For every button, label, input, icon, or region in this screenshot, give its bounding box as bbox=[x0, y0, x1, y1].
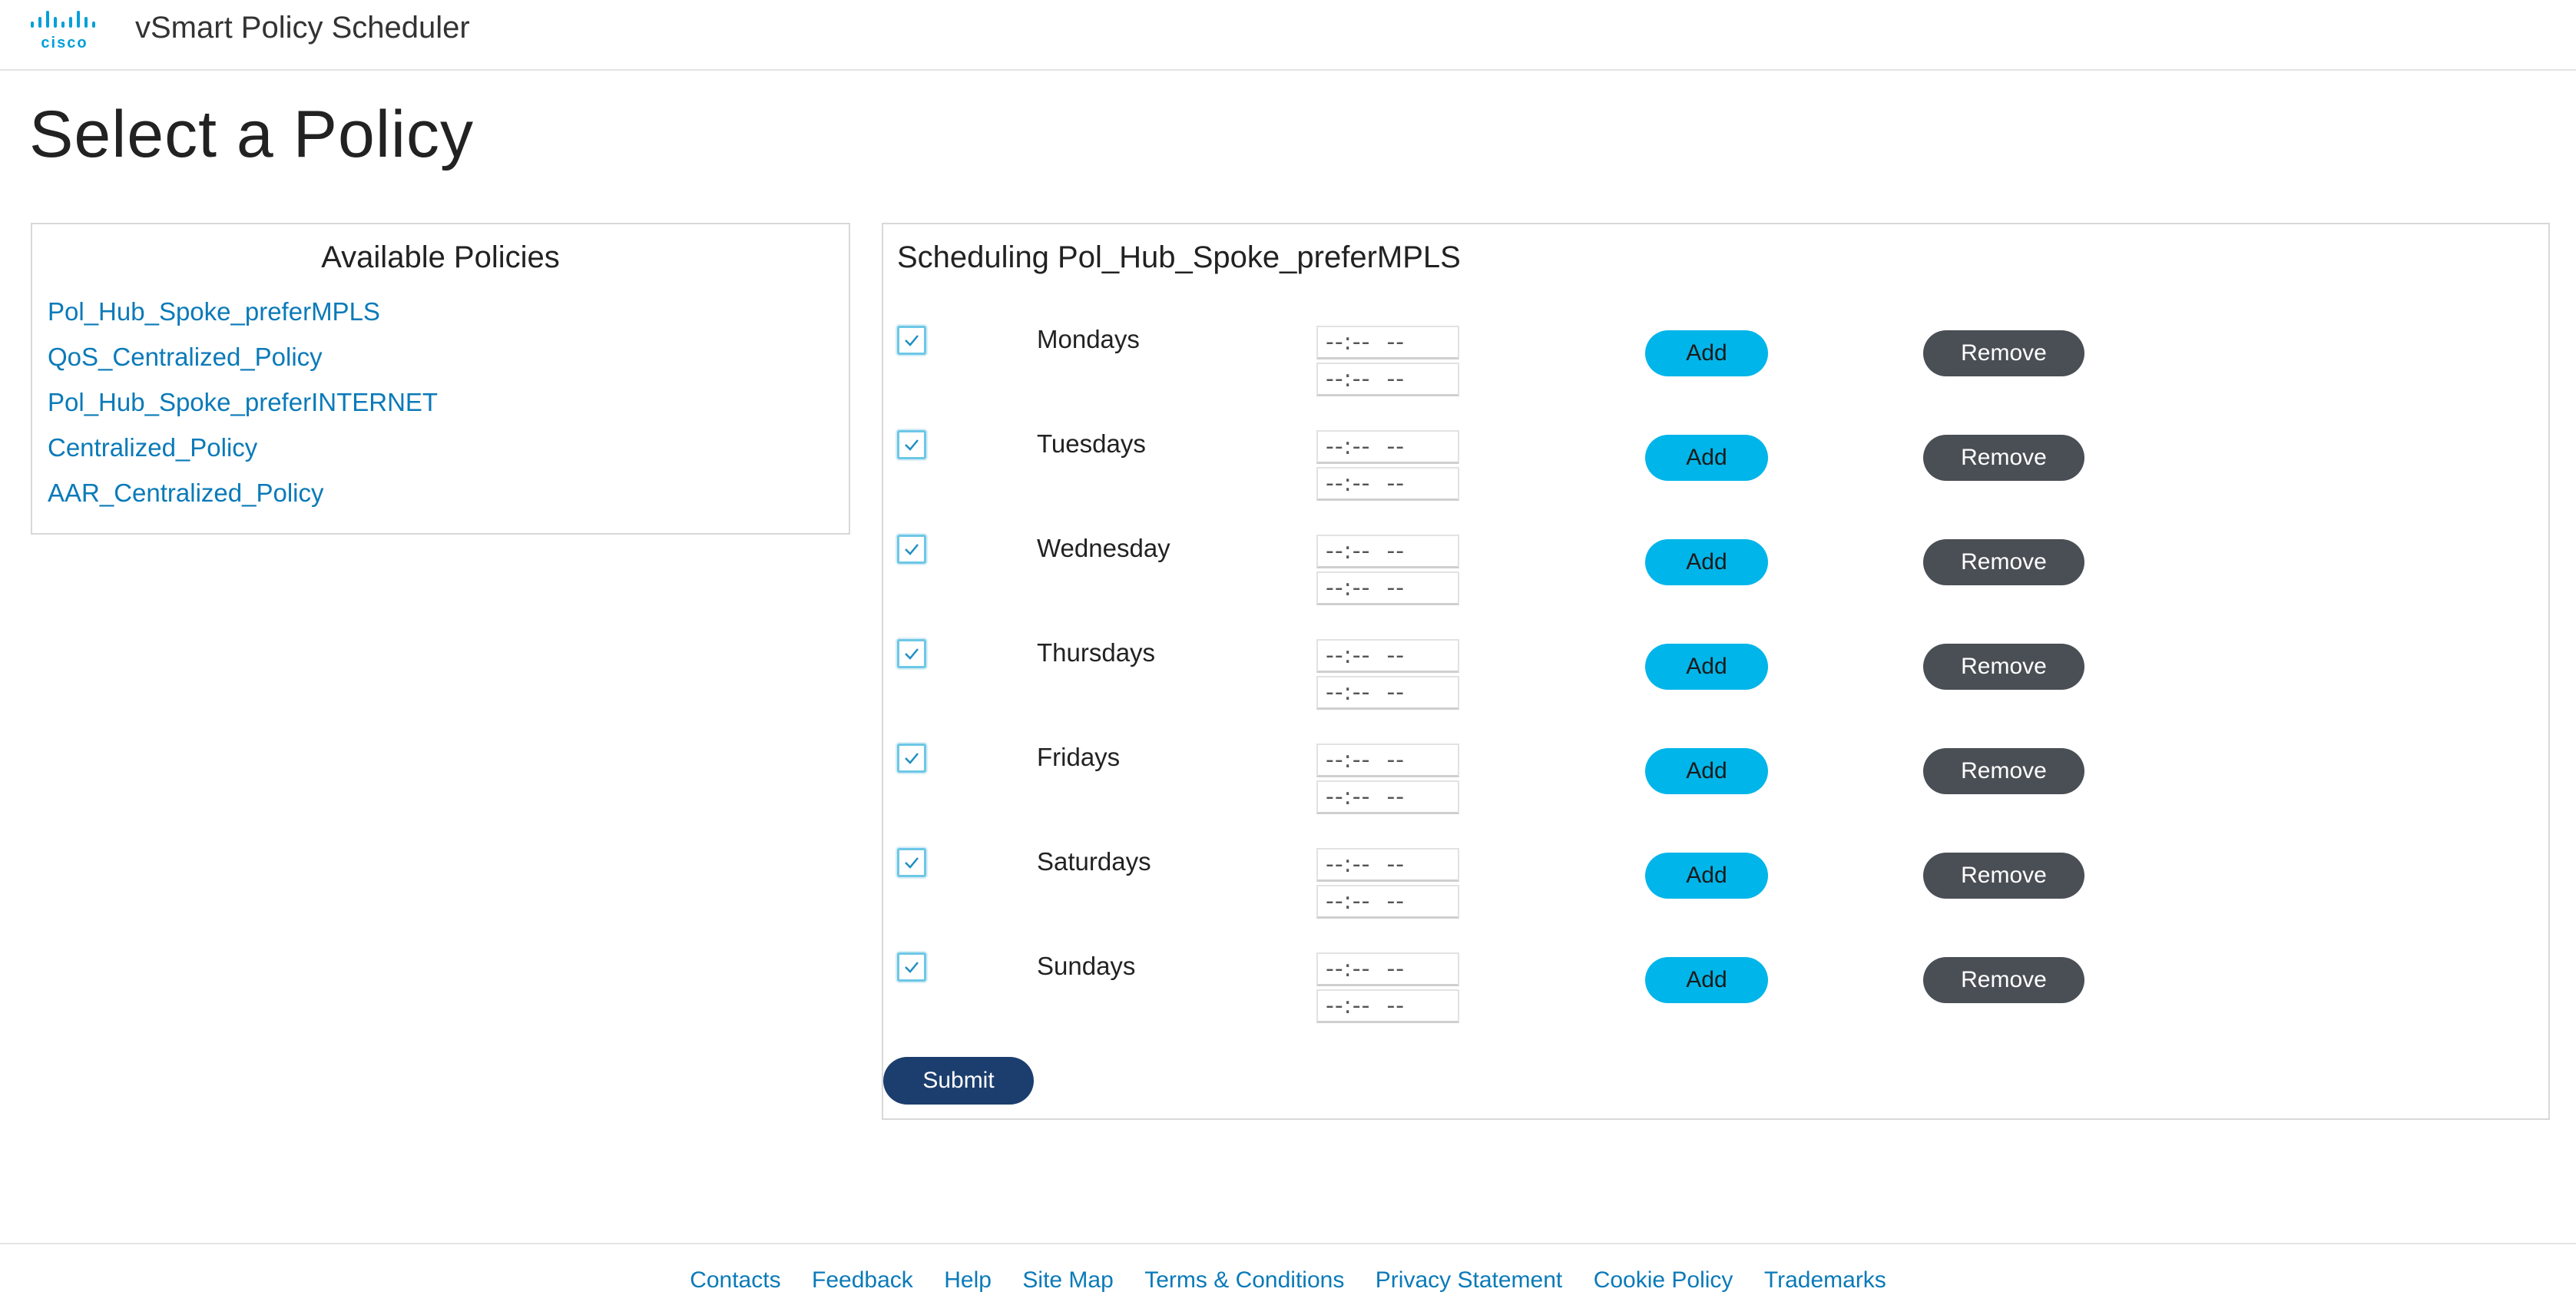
policy-link[interactable]: QoS_Centralized_Policy bbox=[48, 334, 438, 379]
scheduling-title: Scheduling Pol_Hub_Spoke_preferMPLS bbox=[897, 240, 1461, 274]
start-time-input[interactable]: --:-- -- bbox=[1316, 744, 1459, 777]
footer-link-contacts[interactable]: Contacts bbox=[690, 1267, 780, 1293]
add-button[interactable]: Add bbox=[1645, 435, 1768, 481]
day-row-fridays: Fridays --:-- -- --:-- -- Add Remove bbox=[883, 740, 2548, 825]
day-checkbox[interactable] bbox=[897, 639, 926, 668]
start-time-input[interactable]: --:-- -- bbox=[1316, 535, 1459, 568]
submit-button[interactable]: Submit bbox=[883, 1057, 1034, 1105]
day-label: Mondays bbox=[1037, 325, 1140, 353]
remove-button[interactable]: Remove bbox=[1923, 748, 2084, 794]
remove-button[interactable]: Remove bbox=[1923, 853, 2084, 899]
day-row-sundays: Sundays --:-- -- --:-- -- Add Remove bbox=[883, 949, 2548, 1034]
day-checkbox[interactable] bbox=[897, 848, 926, 877]
end-time-input[interactable]: --:-- -- bbox=[1316, 467, 1459, 501]
footer-link-trademarks[interactable]: Trademarks bbox=[1764, 1267, 1886, 1293]
footer-link-cookie-policy[interactable]: Cookie Policy bbox=[1594, 1267, 1733, 1293]
day-row-thursdays: Thursdays --:-- -- --:-- -- Add Remove bbox=[883, 636, 2548, 720]
day-label: Thursdays bbox=[1037, 638, 1156, 667]
day-row-mondays: Mondays --:-- -- --:-- -- Add Remove bbox=[883, 323, 2548, 407]
footer-links: Contacts Feedback Help Site Map Terms & … bbox=[0, 1267, 2576, 1293]
end-time-input[interactable]: --:-- -- bbox=[1316, 676, 1459, 710]
add-button[interactable]: Add bbox=[1645, 748, 1768, 794]
cisco-logo[interactable]: cisco bbox=[29, 11, 106, 51]
remove-button[interactable]: Remove bbox=[1923, 539, 2084, 585]
remove-button[interactable]: Remove bbox=[1923, 435, 2084, 481]
day-label: Sundays bbox=[1037, 952, 1136, 980]
available-policies-panel: Available Policies Pol_Hub_Spoke_preferM… bbox=[31, 223, 850, 535]
day-checkbox[interactable] bbox=[897, 535, 926, 564]
day-checkbox[interactable] bbox=[897, 744, 926, 773]
day-checkbox[interactable] bbox=[897, 326, 926, 355]
day-row-tuesdays: Tuesdays --:-- -- --:-- -- Add Remove bbox=[883, 427, 2548, 512]
start-time-input[interactable]: --:-- -- bbox=[1316, 848, 1459, 882]
add-button[interactable]: Add bbox=[1645, 853, 1768, 899]
remove-button[interactable]: Remove bbox=[1923, 957, 2084, 1003]
footer-link-privacy[interactable]: Privacy Statement bbox=[1376, 1267, 1562, 1293]
day-label: Saturdays bbox=[1037, 847, 1151, 876]
add-button[interactable]: Add bbox=[1645, 957, 1768, 1003]
start-time-input[interactable]: --:-- -- bbox=[1316, 326, 1459, 359]
day-row-wednesday: Wednesday --:-- -- --:-- -- Add Remove bbox=[883, 532, 2548, 616]
day-label: Tuesdays bbox=[1037, 429, 1146, 458]
page-title: Select a Policy bbox=[29, 98, 475, 171]
day-row-saturdays: Saturdays --:-- -- --:-- -- Add Remove bbox=[883, 845, 2548, 929]
checkmark-icon bbox=[905, 335, 919, 346]
available-policies-title: Available Policies bbox=[321, 240, 560, 274]
footer: Contacts Feedback Help Site Map Terms & … bbox=[0, 1243, 2576, 1293]
end-time-input[interactable]: --:-- -- bbox=[1316, 363, 1459, 396]
end-time-input[interactable]: --:-- -- bbox=[1316, 885, 1459, 919]
checkmark-icon bbox=[905, 544, 919, 555]
start-time-input[interactable]: --:-- -- bbox=[1316, 639, 1459, 673]
add-button[interactable]: Add bbox=[1645, 644, 1768, 690]
add-button[interactable]: Add bbox=[1645, 330, 1768, 376]
start-time-input[interactable]: --:-- -- bbox=[1316, 430, 1459, 464]
checkmark-icon bbox=[905, 962, 919, 973]
footer-link-feedback[interactable]: Feedback bbox=[812, 1267, 913, 1293]
checkmark-icon bbox=[905, 753, 919, 764]
footer-link-terms[interactable]: Terms & Conditions bbox=[1144, 1267, 1344, 1293]
end-time-input[interactable]: --:-- -- bbox=[1316, 989, 1459, 1023]
scheduling-panel: Scheduling Pol_Hub_Spoke_preferMPLS Mond… bbox=[882, 223, 2550, 1120]
footer-link-site-map[interactable]: Site Map bbox=[1022, 1267, 1113, 1293]
end-time-input[interactable]: --:-- -- bbox=[1316, 780, 1459, 814]
app-title: vSmart Policy Scheduler bbox=[135, 11, 470, 45]
policy-link[interactable]: AAR_Centralized_Policy bbox=[48, 470, 438, 515]
policy-list: Pol_Hub_Spoke_preferMPLS QoS_Centralized… bbox=[48, 289, 438, 515]
end-time-input[interactable]: --:-- -- bbox=[1316, 571, 1459, 605]
day-checkbox[interactable] bbox=[897, 430, 926, 459]
day-checkbox[interactable] bbox=[897, 952, 926, 982]
logo-wordmark: cisco bbox=[41, 35, 88, 51]
policy-link[interactable]: Pol_Hub_Spoke_preferMPLS bbox=[48, 289, 438, 334]
day-label: Wednesday bbox=[1037, 534, 1170, 562]
start-time-input[interactable]: --:-- -- bbox=[1316, 952, 1459, 986]
policy-link[interactable]: Pol_Hub_Spoke_preferINTERNET bbox=[48, 379, 438, 425]
policy-link[interactable]: Centralized_Policy bbox=[48, 425, 438, 470]
add-button[interactable]: Add bbox=[1645, 539, 1768, 585]
checkmark-icon bbox=[905, 439, 919, 451]
checkmark-icon bbox=[905, 648, 919, 660]
remove-button[interactable]: Remove bbox=[1923, 330, 2084, 376]
header-bar: cisco vSmart Policy Scheduler bbox=[0, 0, 2576, 71]
footer-link-help[interactable]: Help bbox=[944, 1267, 992, 1293]
remove-button[interactable]: Remove bbox=[1923, 644, 2084, 690]
checkmark-icon bbox=[905, 857, 919, 869]
day-label: Fridays bbox=[1037, 743, 1121, 771]
